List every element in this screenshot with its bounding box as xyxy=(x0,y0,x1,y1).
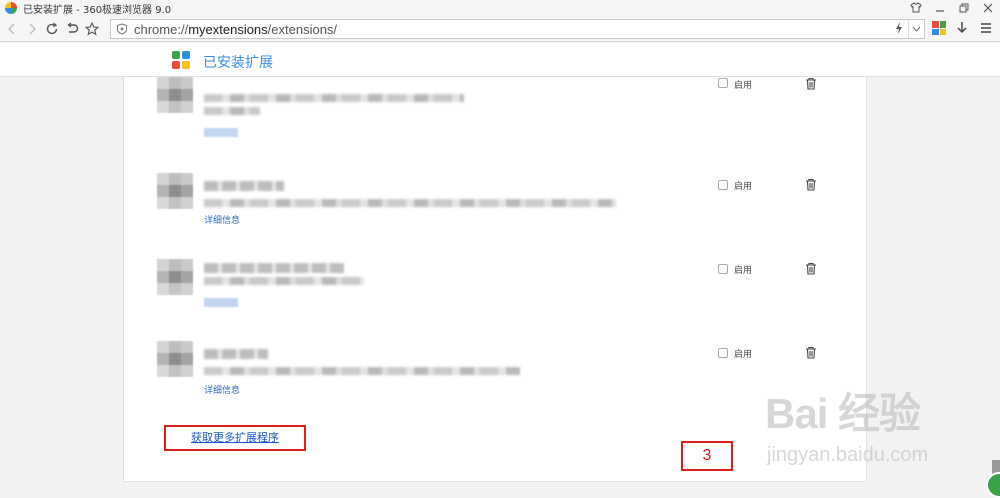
minimize-icon[interactable] xyxy=(932,1,948,14)
extension-icon xyxy=(157,77,193,113)
extension-description xyxy=(204,367,520,375)
trash-icon[interactable] xyxy=(805,346,817,359)
extension-name xyxy=(204,181,284,191)
url-host: myextensions xyxy=(188,21,268,37)
close-icon[interactable] xyxy=(980,1,996,14)
extension-description xyxy=(204,277,364,285)
extension-details-link[interactable] xyxy=(204,298,238,307)
enable-label: 启用 xyxy=(734,350,753,360)
forward-icon[interactable] xyxy=(22,19,42,39)
enable-label: 启用 xyxy=(734,182,753,192)
corner-badge-icon xyxy=(986,472,1000,498)
skin-icon[interactable] xyxy=(908,1,924,14)
undo-icon[interactable] xyxy=(62,19,82,39)
extension-name xyxy=(204,263,344,273)
apps-icon[interactable] xyxy=(932,21,946,35)
extension-details-link[interactable]: 详细信息 xyxy=(204,213,240,226)
chevron-down-icon[interactable] xyxy=(908,20,924,38)
watermark-sub: jingyan.baidu.com xyxy=(767,444,929,466)
enable-label: 启用 xyxy=(734,266,753,276)
browser-logo-icon xyxy=(5,2,17,14)
enable-checkbox[interactable] xyxy=(718,78,728,88)
extension-item: 启用 xyxy=(124,257,868,337)
baidu-watermark: Bai 经验 jingyan.baidu.com xyxy=(765,380,995,490)
extension-details-link[interactable] xyxy=(204,128,238,137)
extension-description xyxy=(204,199,616,207)
extension-item: 详细信息 启用 xyxy=(124,173,868,253)
extensions-logo-icon xyxy=(172,51,190,69)
url-prefix: chrome:// xyxy=(134,21,189,37)
enable-checkbox[interactable] xyxy=(718,180,728,190)
restore-icon[interactable] xyxy=(956,1,972,14)
highlight-box: 获取更多扩展程序 xyxy=(164,425,306,451)
window-controls xyxy=(908,1,996,14)
trash-icon[interactable] xyxy=(805,262,817,275)
extension-item: 详细信息 启用 xyxy=(124,341,868,421)
extension-icon xyxy=(157,341,193,377)
get-more-extensions-link[interactable]: 获取更多扩展程序 xyxy=(166,427,304,449)
trash-icon[interactable] xyxy=(805,178,817,191)
page-title: 已安装扩展 xyxy=(203,55,273,71)
address-bar[interactable]: chrome://myextensions/extensions/ xyxy=(110,19,925,39)
star-icon[interactable] xyxy=(82,19,102,39)
extensions-panel: 启用 详细信息 启用 启用 详细信息 启用 获取更多扩展程序 3 xyxy=(123,77,867,482)
step-marker-box: 3 xyxy=(681,441,733,471)
address-actions xyxy=(890,20,924,38)
extension-icon xyxy=(157,259,193,295)
download-icon[interactable] xyxy=(954,19,970,37)
extension-icon xyxy=(157,173,193,209)
step-marker: 3 xyxy=(702,447,712,464)
url-text: chrome://myextensions/extensions/ xyxy=(134,22,337,37)
page-header: 已安装扩展 xyxy=(0,43,1000,77)
extension-description xyxy=(204,94,464,102)
extension-details-link[interactable]: 详细信息 xyxy=(204,383,240,396)
watermark-main: Bai 经验 xyxy=(765,390,921,437)
extension-version xyxy=(204,107,260,115)
title-bar: 已安装扩展 - 360极速浏览器 9.0 xyxy=(0,0,1000,16)
shield-icon xyxy=(117,23,127,35)
trash-icon[interactable] xyxy=(805,77,817,90)
bolt-icon[interactable] xyxy=(890,21,908,37)
enable-checkbox[interactable] xyxy=(718,264,728,274)
window-title: 已安装扩展 - 360极速浏览器 9.0 xyxy=(23,4,172,16)
toolbar-right xyxy=(932,19,994,37)
extension-name xyxy=(204,349,268,359)
menu-icon[interactable] xyxy=(978,19,994,37)
enable-label: 启用 xyxy=(734,81,753,91)
reload-icon[interactable] xyxy=(42,19,62,39)
extension-item: 启用 xyxy=(124,77,868,157)
browser-toolbar: chrome://myextensions/extensions/ xyxy=(0,16,1000,42)
enable-checkbox[interactable] xyxy=(718,348,728,358)
url-path: /extensions/ xyxy=(267,21,338,37)
back-icon[interactable] xyxy=(2,19,22,39)
